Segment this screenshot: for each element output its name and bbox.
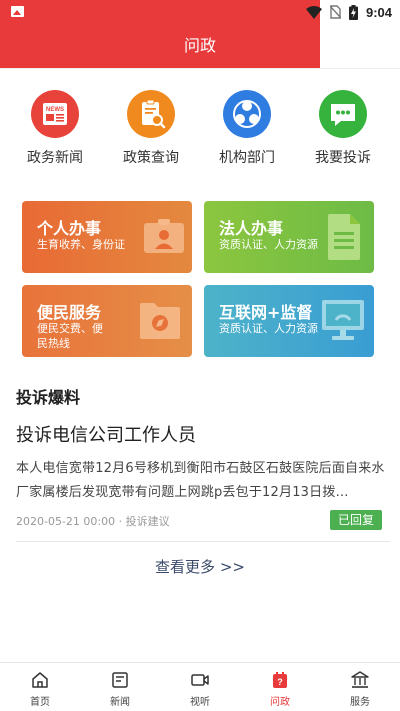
complaint-post-meta: 2020-05-21 00:00 · 投诉建议 (16, 515, 170, 528)
organization-icon (223, 90, 271, 138)
video-icon (191, 674, 209, 686)
nav-label: 新闻 (110, 697, 130, 708)
card-title: 个人办事 (37, 219, 102, 238)
divider (16, 541, 390, 542)
card-title: 互联网+监督 (219, 303, 313, 322)
nav-item-video[interactable]: 视听 (160, 663, 240, 711)
quick-link-policy-search[interactable]: 政策查询 (106, 90, 196, 167)
svg-text:NEWS: NEWS (46, 107, 64, 113)
quick-link-government-news[interactable]: NEWS 政务新闻 (10, 90, 100, 167)
folder-compass-icon (140, 303, 180, 339)
quick-link-complaint[interactable]: 我要投诉 (298, 90, 388, 167)
nav-label: 视听 (190, 697, 210, 708)
quick-link-label: 我要投诉 (315, 150, 371, 166)
view-more-link[interactable]: 查看更多 >> (0, 556, 400, 577)
wifi-icon (305, 5, 322, 19)
card-convenience-services[interactable]: 便民服务 便民交费、便民热线 (22, 285, 192, 357)
status-bar-right: 9:04 (305, 3, 392, 21)
status-bar: 9:04 (0, 0, 400, 24)
card-legal-entity-affairs[interactable]: 法人办事 资质认证、人力资源 (204, 201, 374, 273)
id-card-icon (144, 219, 184, 253)
nav-item-home[interactable]: 首页 (0, 663, 80, 711)
card-subtitle: 生育收养、身份证 (37, 238, 125, 251)
quick-link-label: 政务新闻 (27, 150, 83, 166)
news-icon: NEWS (31, 90, 79, 138)
nav-label: 首页 (30, 697, 50, 708)
quick-link-organizations[interactable]: 机构部门 (202, 90, 292, 167)
news-list-icon (112, 672, 128, 688)
no-sim-icon (329, 5, 341, 19)
nav-label: 问政 (270, 697, 290, 708)
card-internet-supervision[interactable]: 互联网+监督 资质认证、人力资源 (204, 285, 374, 357)
bottom-nav: 首页 新闻 视听 ? 问政 服务 (0, 662, 400, 711)
card-personal-affairs[interactable]: 个人办事 生育收养、身份证 (22, 201, 192, 273)
complaint-post-title[interactable]: 投诉电信公司工作人员 (16, 421, 196, 447)
card-subtitle: 资质认证、人力资源 (219, 322, 318, 335)
nav-item-inquiry[interactable]: ? 问政 (240, 663, 320, 711)
quick-links: NEWS 政务新闻 政策查询 机构部门 我要投诉 (0, 90, 400, 170)
policy-search-icon (127, 90, 175, 138)
card-title: 便民服务 (37, 303, 102, 322)
section-title-complaints: 投诉爆料 (16, 388, 81, 407)
nav-item-news[interactable]: 新闻 (80, 663, 160, 711)
svg-text:?: ? (277, 677, 283, 687)
status-time: 9:04 (365, 4, 392, 20)
image-notification-icon (11, 6, 24, 17)
quick-link-label: 政策查询 (123, 150, 179, 166)
quick-link-label: 机构部门 (219, 150, 275, 166)
service-bank-icon (351, 671, 369, 688)
status-bar-red-area (0, 0, 320, 24)
nav-label: 服务 (350, 697, 370, 708)
page-title: 问政 (183, 36, 216, 55)
header-divider (0, 68, 400, 69)
complaint-chat-icon (319, 90, 367, 138)
home-icon (32, 672, 48, 688)
card-subtitle: 便民交费、便民热线 (37, 322, 103, 350)
status-badge: 已回复 (330, 510, 382, 530)
complaint-post-body[interactable]: 本人电信宽带12月6号移机到衡阳市石鼓区石鼓医院后面自来水厂家属楼后发现宽带有问… (16, 457, 392, 505)
battery-charging-icon (348, 4, 358, 20)
document-icon (328, 214, 360, 260)
card-subtitle: 资质认证、人力资源 (219, 238, 318, 251)
question-icon: ? (273, 672, 287, 688)
card-title: 法人办事 (219, 219, 284, 238)
monitor-icon (322, 300, 364, 340)
nav-item-services[interactable]: 服务 (320, 663, 400, 711)
